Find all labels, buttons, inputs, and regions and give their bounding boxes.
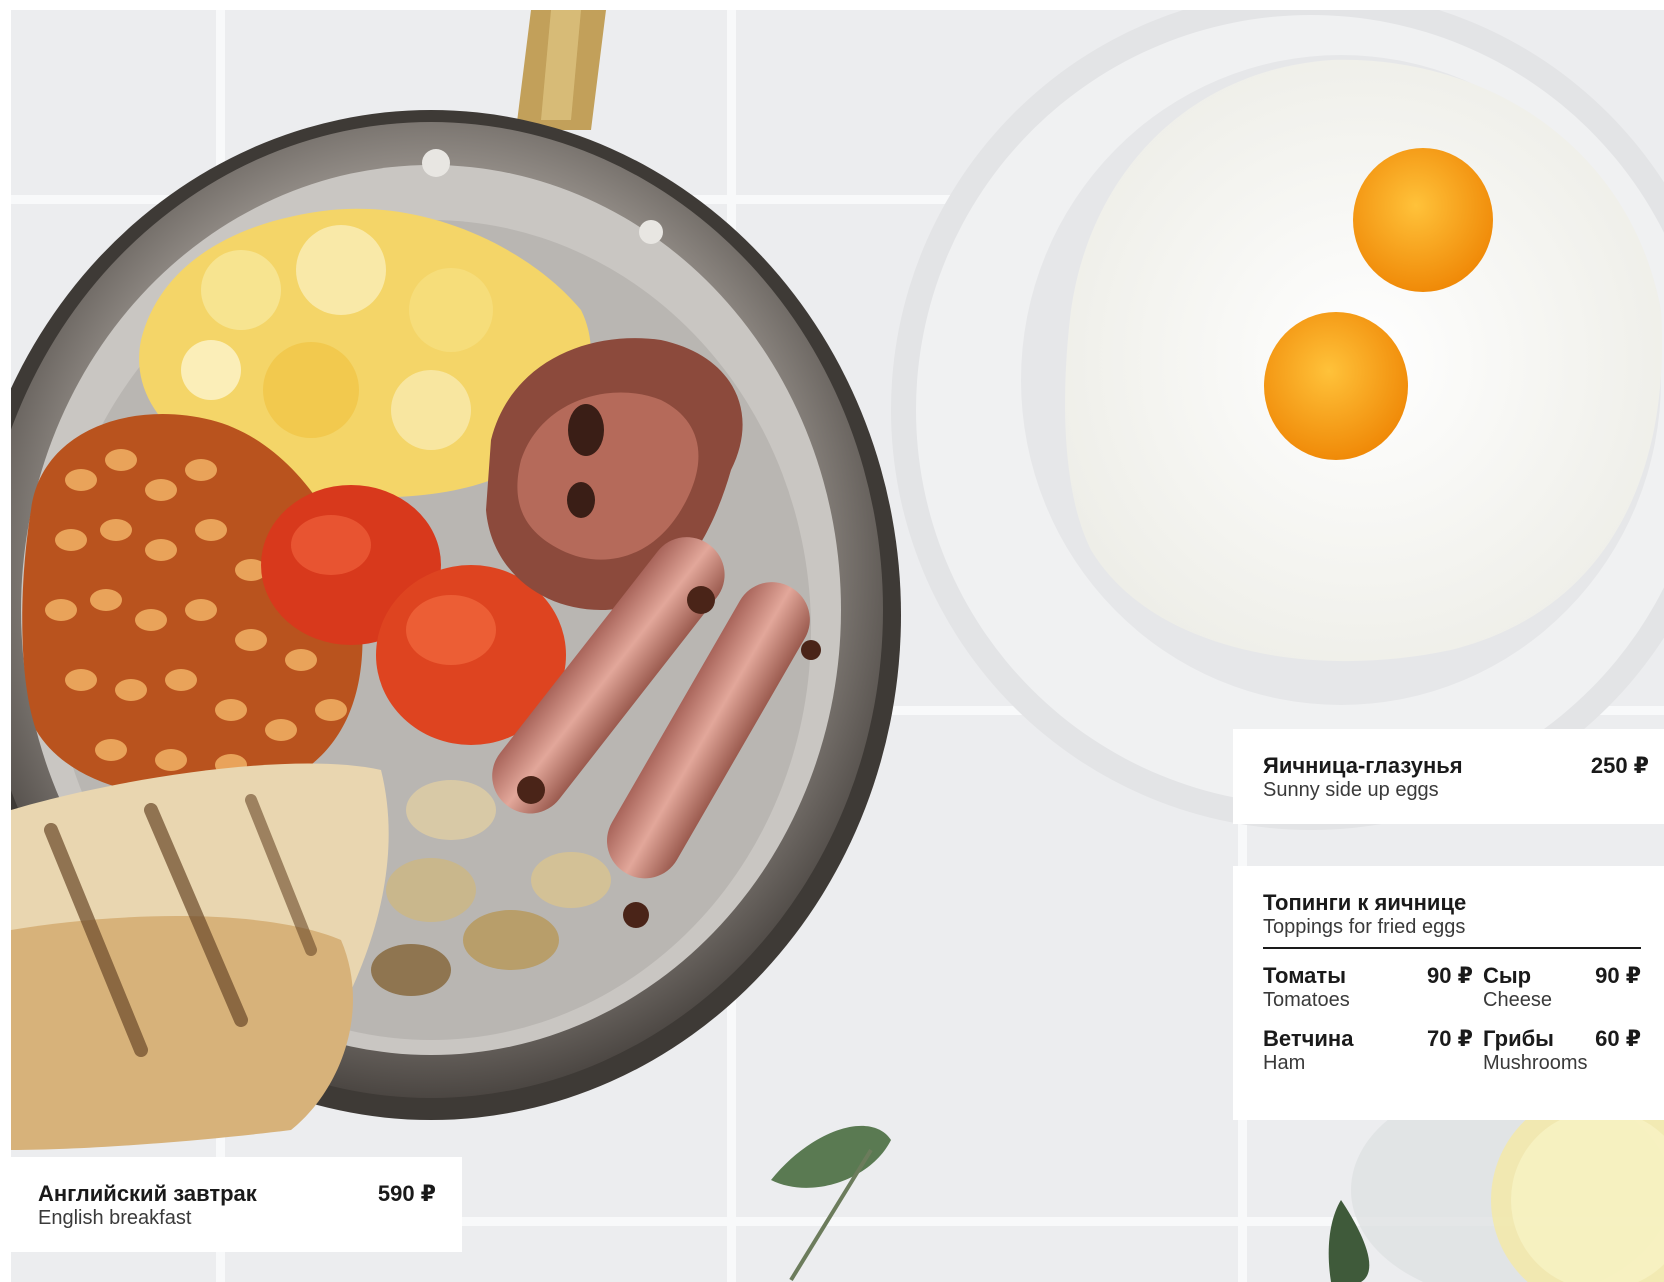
topping-name: Грибы	[1483, 1026, 1554, 1051]
herb-leaves	[771, 1125, 1370, 1282]
topping-price: 90 ₽	[1595, 963, 1641, 988]
plate-fried-eggs	[891, 10, 1664, 830]
dish-subtitle: Sunny side up eggs	[1263, 779, 1439, 801]
toppings-subtitle: Toppings for fried eggs	[1263, 916, 1466, 938]
topping-subtitle: Mushrooms	[1483, 1052, 1588, 1074]
topping-name: Ветчина	[1263, 1026, 1354, 1051]
toppings-title: Топинги к яичнице	[1263, 890, 1467, 915]
dish-title: Английский завтрак	[38, 1181, 257, 1206]
topping-name: Сыр	[1483, 963, 1532, 988]
dish-title: Яичница-глазунья	[1263, 753, 1463, 778]
topping-item: Грибы Mushrooms	[1483, 1026, 1593, 1075]
topping-subtitle: Cheese	[1483, 989, 1552, 1011]
menu-card-fried-eggs: Яичница-глазунья 250 ₽ Sunny side up egg…	[1233, 729, 1664, 824]
topping-subtitle: Tomatoes	[1263, 989, 1350, 1011]
pan-handle	[516, 10, 606, 130]
toppings-list: Томаты Tomatoes 90 ₽ Сыр Cheese 90 ₽ Вет…	[1263, 963, 1642, 1075]
topping-item: Томаты Tomatoes	[1263, 963, 1423, 1012]
dish-subtitle: English breakfast	[38, 1207, 192, 1229]
topping-subtitle: Ham	[1263, 1052, 1306, 1074]
toppings-header: Топинги к яичнице Toppings for fried egg…	[1263, 890, 1641, 949]
topping-item: Сыр Cheese	[1483, 963, 1593, 1012]
dish-price: 590 ₽	[377, 1181, 436, 1206]
menu-card-toppings: Топинги к яичнице Toppings for fried egg…	[1233, 866, 1664, 1120]
menu-card-english-breakfast: Английский завтрак 590 ₽ English breakfa…	[11, 1157, 462, 1252]
topping-item: Ветчина Ham	[1263, 1026, 1423, 1075]
dish-price: 250 ₽	[1590, 753, 1649, 778]
topping-price: 60 ₽	[1595, 1026, 1641, 1051]
topping-price: 90 ₽	[1427, 963, 1473, 988]
topping-price: 70 ₽	[1427, 1026, 1473, 1051]
topping-name: Томаты	[1263, 963, 1346, 988]
